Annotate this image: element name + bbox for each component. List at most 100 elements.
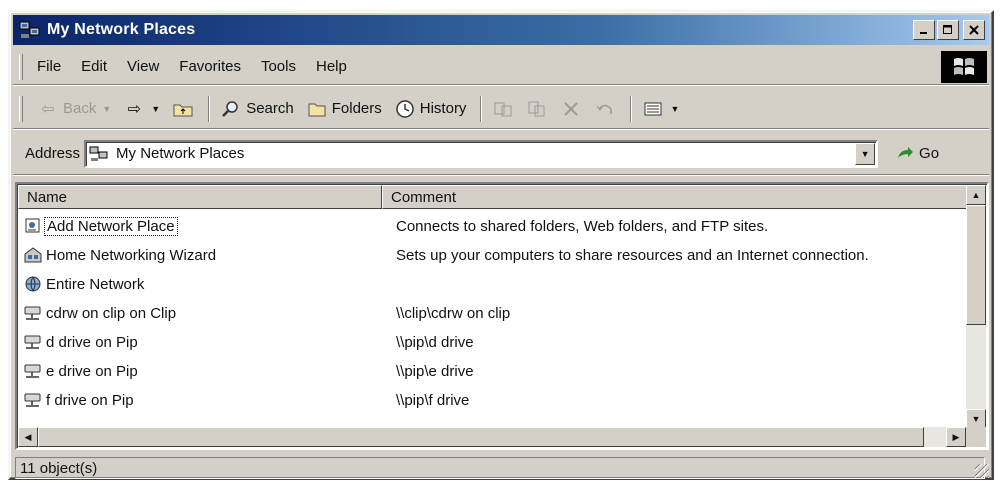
item-comment: \\clip\cdrw on clip — [396, 305, 511, 322]
status-bar: 11 object(s) — [13, 457, 989, 479]
search-icon — [220, 98, 242, 120]
explorer-window: My Network Places File Edit View Favorit… — [8, 10, 994, 480]
address-dropdown-icon[interactable]: ▼ — [855, 142, 876, 165]
back-button[interactable]: ⇦ Back ▼ — [37, 98, 111, 120]
list-item[interactable]: d drive on Pip \\pip\d drive — [18, 328, 964, 357]
item-name: f drive on Pip — [46, 392, 134, 409]
search-button[interactable]: Search — [220, 98, 294, 120]
scroll-right-icon[interactable]: ▶ — [946, 427, 966, 447]
history-button[interactable]: History — [394, 98, 467, 120]
move-to-icon — [492, 98, 514, 120]
network-drive-icon — [24, 362, 42, 380]
list-item[interactable]: Home Networking Wizard Sets up your comp… — [18, 241, 964, 270]
windows-logo-icon — [941, 50, 987, 83]
horizontal-scroll-thumb[interactable] — [38, 427, 924, 447]
delete-button[interactable] — [560, 98, 582, 120]
forward-arrow-icon: ⇨ — [127, 100, 141, 118]
menu-help[interactable]: Help — [316, 58, 347, 75]
network-places-icon — [88, 143, 110, 165]
item-name: Entire Network — [46, 276, 145, 293]
list-item[interactable]: Entire Network — [18, 270, 964, 299]
menu-bar: File Edit View Favorites Tools Help — [13, 49, 989, 85]
close-button[interactable] — [963, 20, 985, 40]
go-arrow-icon — [894, 143, 916, 165]
network-drive-icon — [24, 391, 42, 409]
views-icon — [642, 98, 664, 120]
history-label: History — [419, 100, 467, 117]
forward-dropdown-icon[interactable]: ▼ — [151, 104, 160, 114]
copy-to-icon — [526, 98, 548, 120]
resize-grip-icon[interactable] — [975, 464, 989, 478]
undo-icon — [594, 98, 616, 120]
views-dropdown-icon[interactable]: ▼ — [670, 104, 679, 114]
standard-toolbar: ⇦ Back ▼ ⇨ ▼ Search Folders History ▼ — [13, 89, 989, 129]
status-text: 11 object(s) — [15, 457, 985, 479]
list-item[interactable]: Add Network Place Connects to shared fol… — [18, 212, 964, 241]
list-item[interactable]: f drive on Pip \\pip\f drive — [18, 386, 964, 415]
file-list-view[interactable]: Name Comment Add Network Place Connects … — [15, 182, 989, 450]
back-dropdown-icon[interactable]: ▼ — [102, 104, 111, 114]
item-comment: Sets up your computers to share resource… — [396, 247, 869, 264]
undo-button[interactable] — [594, 98, 616, 120]
item-comment: \\pip\d drive — [396, 334, 474, 351]
back-arrow-icon: ⇦ — [41, 100, 55, 118]
list-item[interactable]: e drive on Pip \\pip\e drive — [18, 357, 964, 386]
network-places-icon — [19, 20, 41, 40]
back-label: Back — [63, 100, 97, 117]
column-comment-label: Comment — [391, 188, 457, 206]
history-icon — [394, 98, 416, 120]
menu-edit[interactable]: Edit — [81, 58, 107, 75]
column-header-name[interactable]: Name — [18, 185, 382, 209]
title-bar[interactable]: My Network Places — [13, 15, 989, 45]
scroll-down-icon[interactable]: ▼ — [966, 409, 986, 429]
up-folder-button[interactable] — [172, 98, 194, 120]
column-header-comment[interactable]: Comment — [382, 185, 970, 209]
network-drive-icon — [24, 333, 42, 351]
folders-button[interactable]: Folders — [306, 98, 382, 120]
list-item[interactable]: cdrw on clip on Clip \\clip\cdrw on clip — [18, 299, 964, 328]
item-comment: \\pip\e drive — [396, 363, 474, 380]
toolbar-grip[interactable] — [19, 95, 23, 122]
horizontal-scrollbar[interactable]: ◀ ▶ — [18, 427, 966, 447]
go-button[interactable]: Go — [894, 143, 939, 165]
scroll-up-icon[interactable]: ▲ — [966, 185, 986, 205]
item-name: d drive on Pip — [46, 334, 138, 351]
network-drive-icon — [24, 304, 42, 322]
minimize-button[interactable] — [913, 20, 935, 40]
menu-view[interactable]: View — [127, 58, 159, 75]
vertical-scrollbar[interactable]: ▲ ▼ — [966, 185, 986, 429]
views-button[interactable]: ▼ — [642, 98, 679, 120]
home-network-wizard-icon — [24, 246, 42, 264]
item-comment: \\pip\f drive — [396, 392, 470, 409]
scrollbar-corner — [966, 427, 986, 447]
go-label: Go — [919, 145, 940, 162]
copy-to-button[interactable] — [526, 98, 548, 120]
window-controls — [913, 20, 985, 40]
up-folder-icon — [172, 98, 194, 120]
item-comment: Connects to shared folders, Web folders,… — [396, 218, 769, 235]
scroll-left-icon[interactable]: ◀ — [18, 427, 38, 447]
list-rows: Add Network Place Connects to shared fol… — [18, 212, 964, 415]
move-to-button[interactable] — [492, 98, 514, 120]
address-value: My Network Places — [116, 145, 245, 162]
folders-icon — [306, 98, 328, 120]
maximize-button[interactable] — [937, 20, 959, 40]
entire-network-icon — [24, 275, 42, 293]
address-label: Address — [25, 145, 81, 162]
item-name: cdrw on clip on Clip — [46, 305, 177, 322]
column-name-label: Name — [27, 188, 68, 206]
toolbar-separator — [480, 95, 483, 122]
toolbar-separator — [208, 95, 211, 122]
address-bar: Address My Network Places ▼ Go — [13, 133, 989, 175]
menu-file[interactable]: File — [37, 58, 61, 75]
delete-x-icon — [560, 98, 582, 120]
add-network-place-icon — [24, 217, 42, 235]
forward-button[interactable]: ⇨ ▼ — [123, 98, 161, 120]
folders-label: Folders — [331, 100, 382, 117]
menubar-grip[interactable] — [19, 53, 23, 80]
address-input[interactable]: My Network Places ▼ — [84, 139, 879, 168]
window-title: My Network Places — [47, 21, 196, 38]
vertical-scroll-thumb[interactable] — [966, 205, 986, 325]
menu-favorites[interactable]: Favorites — [179, 58, 241, 75]
menu-tools[interactable]: Tools — [261, 58, 296, 75]
